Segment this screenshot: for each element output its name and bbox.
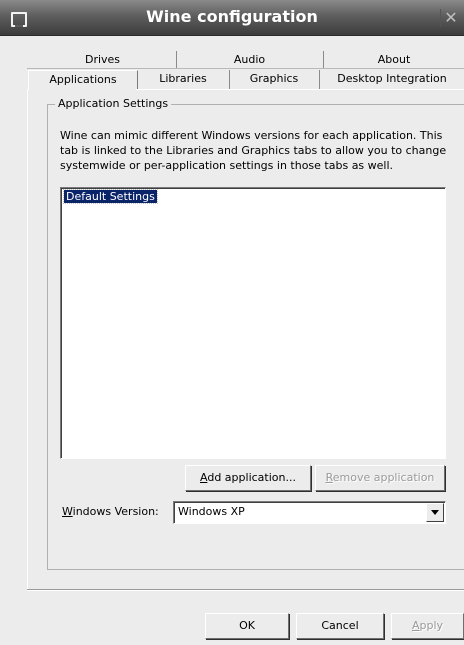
mnemonic: A xyxy=(411,619,420,632)
button-label: emove application xyxy=(332,471,435,484)
apply-button[interactable]: Apply xyxy=(391,613,464,639)
cancel-button[interactable]: Cancel xyxy=(296,613,384,639)
tab-drives[interactable]: Drives xyxy=(30,52,175,68)
list-item-default-settings[interactable]: Default Settings xyxy=(63,189,158,204)
label-text: indows Version: xyxy=(72,505,159,518)
windows-version-select[interactable]: Windows XP xyxy=(173,501,446,524)
tab-desktop-integration[interactable]: Desktop Integration xyxy=(320,70,464,89)
tab-about[interactable]: About xyxy=(324,52,464,68)
tab-libraries[interactable]: Libraries xyxy=(138,70,228,89)
window-title: Wine configuration xyxy=(146,7,318,26)
separator xyxy=(27,590,464,591)
title-bar[interactable]: Wine configuration ✕ xyxy=(0,0,464,36)
add-application-button[interactable]: Add application... xyxy=(185,465,311,491)
button-label: dd application... xyxy=(207,471,296,484)
tab-row-divider xyxy=(27,68,464,69)
tab-applications[interactable]: Applications xyxy=(28,70,138,90)
tab-audio[interactable]: Audio xyxy=(177,52,322,68)
windows-version-label: Windows Version: xyxy=(62,505,159,518)
mnemonic: W xyxy=(62,505,73,518)
tab-graphics[interactable]: Graphics xyxy=(230,70,318,89)
ok-button[interactable]: OK xyxy=(205,613,289,639)
group-title: Application Settings xyxy=(55,97,172,110)
chevron-down-icon[interactable] xyxy=(426,503,444,522)
application-list[interactable]: Default Settings xyxy=(60,187,446,459)
description-text: Wine can mimic different Windows version… xyxy=(60,129,447,172)
remove-application-button[interactable]: Remove application xyxy=(315,465,445,491)
mnemonic: R xyxy=(325,471,333,484)
close-icon[interactable]: ✕ xyxy=(440,9,461,27)
selected-version: Windows XP xyxy=(178,505,245,518)
button-label: pply xyxy=(419,619,444,632)
wine-config-window: Wine configuration ✕ Drives Audio About … xyxy=(0,0,464,645)
